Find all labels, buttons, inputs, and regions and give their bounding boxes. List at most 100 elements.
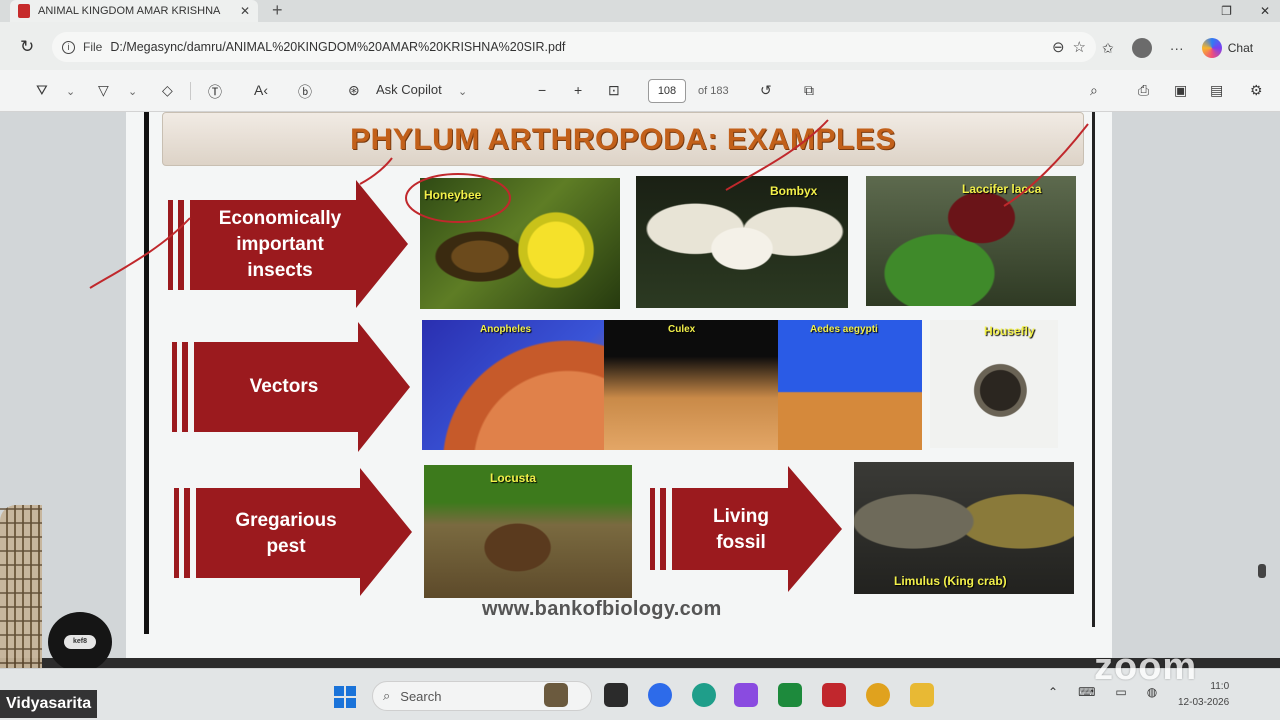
page-number-input[interactable]: 108 [648,79,686,103]
honeybee-image: Honeybee [420,178,620,309]
slide-border-right [1092,112,1095,627]
zoom-out-icon[interactable]: − [538,82,546,98]
new-tab-button[interactable]: + [272,0,283,22]
immersive-reader-icon[interactable]: ⓑ [298,82,312,102]
taskbar-search-label: Search [400,688,442,704]
locusta-image: Locusta [424,465,632,598]
arrow-vectors: Vectors [172,322,410,452]
copilot-icon[interactable] [1201,38,1222,58]
ask-copilot-dropdown-icon[interactable]: ⌄ [458,85,467,98]
address-bar[interactable]: i File D:/Megasync/damru/ANIMAL%20KINGDO… [52,32,1096,62]
arrow-label-living-fossil: Living fossil [713,506,769,553]
settings-icon[interactable]: ⚙ [1250,82,1263,99]
taskbar-app-edge[interactable] [692,683,716,707]
limulus-image: Limulus (King crab) [854,462,1074,594]
save-as-icon[interactable]: ▤ [1210,82,1223,99]
eraser-icon[interactable]: ◇ [162,82,173,99]
culex-label: Culex [668,324,696,335]
laccifer-lacca-label: Laccifer lacca [962,182,1042,196]
clock-date: 12-03-2026 [1178,697,1230,708]
save-icon[interactable]: ▣ [1174,82,1187,99]
restore-window-icon[interactable]: ❐ [1221,4,1232,18]
culex-image: Culex [604,320,778,450]
arrow-label-economically-important: Economically important insects [218,208,342,281]
arrow-economically-important: Economically important insects [168,180,408,308]
aedes-aegypti-label: Aedes aegypti [810,324,878,335]
tab-bar: ANIMAL KINGDOM AMAR KRISHNA ✕ + ❐ ✕ [0,0,1280,22]
taskbar-app-chat[interactable] [778,683,802,707]
taskbar-app-copilot[interactable] [734,683,758,707]
page-total-label: of 183 [698,85,729,97]
slide-title-bar: PHYLUM ARTHROPODA: EXAMPLES [162,112,1084,166]
arrow-gregarious-pest: Gregarious pest [174,468,412,596]
taskbar-app-explorer[interactable] [910,683,934,707]
search-pdf-icon[interactable]: ⌕ [1090,82,1098,99]
anopheles-image: Anopheles [422,320,604,450]
favorites-icon[interactable]: ✩ [1102,40,1114,57]
taskbar-app-taskview[interactable] [604,683,628,707]
arrow-label-gregarious-pest: Gregarious pest [235,510,337,557]
window-controls: ❐ ✕ [1221,0,1270,22]
website-url: www.bankofbiology.com [482,598,722,620]
favorite-star-icon[interactable]: ☆ [1073,38,1086,56]
address-bar-row: ↻ i File D:/Megasync/damru/ANIMAL%20KING… [0,22,1280,70]
laccifer-lacca-image: Laccifer lacca [866,176,1076,306]
arrow-living-fossil: Living fossil [650,466,842,592]
fit-page-icon[interactable]: ⊡ [608,82,620,99]
url-text[interactable]: D:/Megasync/damru/ANIMAL%20KINGDOM%20AMA… [110,40,1044,54]
locusta-label: Locusta [490,471,537,485]
tray-overflow-icon[interactable]: ⌃ [1048,685,1058,699]
participant-name-label: Vidyasarita [0,690,98,718]
chat-label[interactable]: Chat [1228,41,1253,55]
url-scheme-label: File [83,40,103,54]
zoom-reaction-badge[interactable]: kef8 [48,612,112,672]
search-icon: ⌕ [383,688,391,703]
tray-keyboard-icon[interactable]: ⌨ [1078,685,1095,699]
windows-taskbar: ⌕ Search ⌃ ⌨ ▭ ◍ 11:0 12-03-2026 [0,668,1280,720]
housefly-label: Housefly [984,324,1035,338]
aedes-aegypti-image: Aedes aegypti [778,320,922,450]
browser-tab[interactable]: ANIMAL KINGDOM AMAR KRISHNA ✕ [10,0,258,22]
info-icon[interactable]: i [62,40,75,54]
honeybee-label: Honeybee [424,188,482,202]
windows-start-icon[interactable] [334,686,356,708]
taskbar-app-pdf[interactable] [822,683,846,707]
draw-dropdown-icon[interactable]: ⌄ [128,85,137,98]
browser-actions: ✩ ··· Chat [1102,36,1253,60]
rotate-icon[interactable]: ↺ [760,82,772,99]
refresh-icon[interactable]: ↻ [20,37,34,57]
highlight-icon[interactable]: ⛛ [36,82,48,99]
zoom-page-icon[interactable]: ⊖ [1052,38,1065,56]
taskbar-app-widget[interactable] [544,683,568,707]
bombyx-image: Bombyx [636,176,848,308]
close-window-icon[interactable]: ✕ [1260,4,1270,18]
arrow-label-vectors: Vectors [249,376,319,397]
taskbar-app-chrome[interactable] [866,683,890,707]
slide-title: PHYLUM ARTHROPODA: EXAMPLES [350,123,896,156]
page-view-icon[interactable]: ⧉ [804,82,814,99]
read-aloud-icon[interactable]: A‹ [254,82,268,98]
slide-border-left [144,112,149,634]
pdf-toolbar: ⛛ ⌄ ▽ ⌄ ◇ Ⓣ A‹ ⓑ ⊛ Ask Copilot ⌄ − + ⊡ 1… [0,70,1280,112]
pdf-file-icon [18,4,30,18]
add-text-icon[interactable]: Ⓣ [208,82,222,102]
zoom-watermark: zoom [1094,646,1198,688]
highlight-dropdown-icon[interactable]: ⌄ [66,85,75,98]
taskbar-app-zoom[interactable] [648,683,672,707]
profile-avatar[interactable] [1131,38,1152,58]
ask-copilot-button[interactable]: Ask Copilot [376,82,442,97]
tab-title: ANIMAL KINGDOM AMAR KRISHNA [38,5,221,17]
housefly-image: Housefly [930,320,1058,448]
tab-close-button[interactable]: ✕ [240,4,250,18]
print-icon[interactable]: ⎙ [1138,82,1149,99]
draw-icon[interactable]: ▽ [98,82,109,99]
zoom-in-icon[interactable]: + [574,82,582,98]
toolbar-divider [190,82,191,100]
limulus-label: Limulus (King crab) [894,574,1007,588]
bombyx-label: Bombyx [770,184,818,198]
anopheles-label: Anopheles [480,324,532,335]
copilot-small-icon[interactable]: ⊛ [348,82,360,99]
more-menu-icon[interactable]: ··· [1170,40,1184,56]
speaker-video-edge [0,505,42,690]
scrollbar-thumb[interactable] [1258,564,1266,578]
